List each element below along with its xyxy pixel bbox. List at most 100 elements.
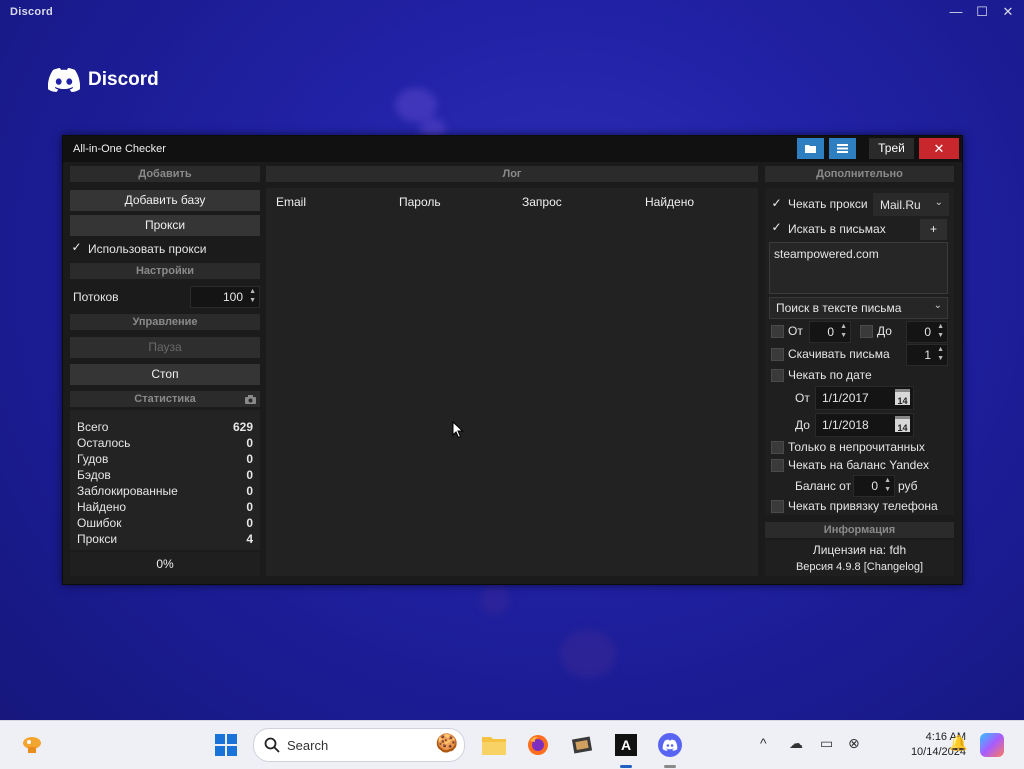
stats-row: Гудов 0 [77, 452, 253, 468]
stepper-arrows-icon[interactable]: ▲ ▼ [249, 287, 256, 305]
add-section-header: Добавить [70, 166, 260, 182]
stats-label: Ошибок [77, 516, 122, 530]
folder-icon [805, 145, 816, 153]
date-to-picker[interactable]: 1/1/2018 14 [815, 413, 914, 437]
from-stepper[interactable]: 0 ▲ ▼ [809, 321, 851, 343]
copilot-icon[interactable] [980, 733, 1004, 757]
device-icon[interactable]: ▭ [820, 735, 833, 752]
stepper-arrows-icon[interactable]: ▲ ▼ [840, 322, 847, 340]
stepper-arrows-icon[interactable]: ▲ ▼ [937, 322, 944, 340]
checker-title: All-in-One Checker [73, 143, 166, 155]
windows-start-icon[interactable] [214, 733, 238, 757]
date-from-label: От [795, 391, 810, 405]
version-text[interactable]: Версия 4.9.8 [Changelog] [765, 561, 954, 573]
log-table[interactable] [266, 188, 758, 576]
close-button[interactable]: ✕ [997, 3, 1019, 21]
stats-value: 0 [246, 516, 253, 530]
threads-stepper[interactable]: 100 ▲ ▼ [190, 286, 260, 308]
notification-bell-icon[interactable]: 🔔 [949, 734, 968, 752]
settings-section-header: Настройки [70, 263, 260, 279]
to-stepper[interactable]: 0 ▲ ▼ [906, 321, 948, 343]
stats-label: Гудов [77, 452, 109, 466]
stats-label: Прокси [77, 532, 118, 546]
cloud-sync-icon[interactable]: ☁ [789, 735, 803, 752]
chevron-up-icon[interactable]: ^ [760, 735, 767, 751]
search-mode-select[interactable]: Поиск в тексте письма ⌄ [769, 297, 948, 319]
taskbar: Search 🍪 A ^ ☁ ▭ ⊗ 4:16 AM 10/14/2024 🔔 [0, 720, 1024, 769]
add-query-button[interactable]: + [920, 219, 947, 240]
from-checkbox[interactable] [771, 325, 784, 338]
firefox-icon[interactable] [526, 733, 550, 757]
discord-taskbar-icon[interactable] [658, 733, 682, 757]
log-column-password[interactable]: Пароль [399, 195, 441, 209]
search-letters-label: Искать в письмах [788, 222, 886, 236]
extra-section-header: Дополнительно [765, 166, 954, 182]
stats-value: 0 [246, 500, 253, 514]
stepper-arrows-icon[interactable]: ▲ ▼ [937, 345, 944, 363]
balance-stepper[interactable]: 0 ▲ ▼ [853, 475, 895, 497]
check-by-date-checkbox[interactable] [771, 369, 784, 382]
provider-select[interactable]: Mail.Ru ⌄ [873, 193, 949, 216]
background-blob [395, 88, 437, 122]
stats-label: Осталось [77, 436, 131, 450]
proxy-button[interactable]: Прокси [70, 215, 260, 236]
search-letters-checkbox[interactable]: ✓ [771, 221, 782, 233]
yandex-balance-checkbox[interactable] [771, 459, 784, 472]
to-checkbox[interactable] [860, 325, 873, 338]
log-column-email[interactable]: Email [276, 195, 306, 209]
background-blob [560, 630, 616, 678]
check-proxy-checkbox[interactable]: ✓ [771, 197, 782, 209]
maximize-button[interactable]: ☐ [971, 3, 993, 21]
taskbar-search[interactable]: Search 🍪 [253, 728, 465, 762]
stats-row: Всего 629 [77, 420, 253, 436]
stats-value: 0 [246, 452, 253, 466]
stats-label: Заблокированные [77, 484, 178, 498]
stats-section-header: Статистика [70, 391, 260, 407]
search-highlight-icon: 🍪 [435, 733, 458, 753]
stats-label: Бэдов [77, 468, 111, 482]
widgets-icon[interactable] [20, 733, 44, 757]
stats-label: Всего [77, 420, 109, 434]
log-column-found[interactable]: Найдено [645, 195, 694, 209]
log-column-request[interactable]: Запрос [522, 195, 562, 209]
file-explorer-icon[interactable] [482, 733, 506, 757]
app-close-button[interactable]: ✕ [919, 138, 959, 159]
progress-panel: 0% [70, 552, 260, 576]
currency-label: руб [898, 479, 918, 493]
stats-row: Бэдов 0 [77, 468, 253, 484]
stats-row: Заблокированные 0 [77, 484, 253, 500]
network-icon[interactable]: ⊗ [848, 735, 860, 752]
stats-value: 0 [246, 468, 253, 482]
date-from-value: 1/1/2017 [822, 391, 869, 405]
stats-section-title: Статистика [134, 393, 196, 405]
checker-taskbar-icon[interactable]: A [614, 733, 638, 757]
threads-value: 100 [222, 290, 243, 304]
download-value: 1 [924, 348, 931, 362]
menu-button[interactable] [829, 138, 856, 159]
chevron-down-icon: ⌄ [934, 197, 943, 208]
only-unread-checkbox[interactable] [771, 441, 784, 454]
date-from-picker[interactable]: 1/1/2017 14 [815, 386, 914, 410]
download-letters-checkbox[interactable] [771, 348, 784, 361]
minimize-button[interactable]: — [945, 3, 967, 21]
camera-icon[interactable] [245, 395, 256, 404]
folder-button[interactable] [797, 138, 824, 159]
to-value: 0 [924, 325, 931, 339]
download-letters-label: Скачивать письма [788, 347, 890, 361]
calendar-icon[interactable]: 14 [895, 416, 910, 433]
stepper-arrows-icon[interactable]: ▲ ▼ [884, 476, 891, 494]
stop-button[interactable]: Стоп [70, 364, 260, 385]
menu-icon [837, 144, 848, 153]
add-base-button[interactable]: Добавить базу [70, 190, 260, 211]
stats-value: 0 [246, 436, 253, 450]
pause-button[interactable]: Пауза [70, 337, 260, 358]
download-stepper[interactable]: 1 ▲ ▼ [906, 344, 948, 366]
check-phone-checkbox[interactable] [771, 500, 784, 513]
stats-row: Осталось 0 [77, 436, 253, 452]
calendar-icon[interactable]: 14 [895, 389, 910, 406]
tray-button[interactable]: Трей [869, 138, 914, 159]
date-to-value: 1/1/2018 [822, 418, 869, 432]
search-query-textarea[interactable]: steampowered.com [769, 242, 948, 294]
use-proxy-checkbox[interactable]: ✓ [71, 241, 82, 253]
app-icon[interactable] [570, 733, 594, 757]
